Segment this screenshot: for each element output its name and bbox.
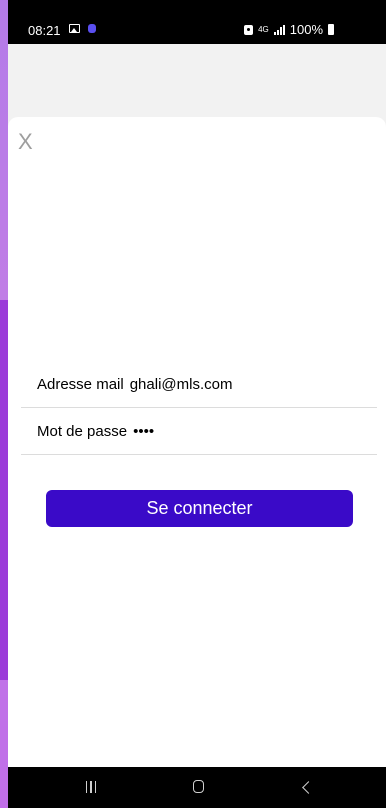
app-notification-icon xyxy=(88,24,96,33)
password-input[interactable] xyxy=(133,423,354,440)
battery-icon xyxy=(328,24,334,35)
email-input[interactable] xyxy=(129,376,350,393)
background-decoration xyxy=(0,300,8,680)
recent-apps-icon[interactable] xyxy=(85,781,97,793)
email-label: Adresse mail xyxy=(37,376,124,393)
close-button[interactable]: X xyxy=(18,131,33,153)
email-field-row: Adresse mail xyxy=(21,362,377,408)
lock-icon xyxy=(244,24,254,35)
status-bar: 08:21 4G 100% xyxy=(8,0,386,44)
password-field-row: Mot de passe xyxy=(21,409,377,455)
navigation-bar xyxy=(8,767,386,808)
login-sheet: X Adresse mail Mot de passe Se connecter xyxy=(8,117,386,767)
gallery-icon xyxy=(69,24,80,33)
battery-percent: 100% xyxy=(289,22,323,37)
home-icon[interactable] xyxy=(193,780,204,793)
status-indicators: 4G 100% xyxy=(244,22,334,37)
status-time: 08:21 xyxy=(28,23,61,38)
signal-icon xyxy=(273,24,285,35)
phone-screen: 08:21 4G 100% X Adresse mail Mot de pass… xyxy=(8,0,386,808)
password-label: Mot de passe xyxy=(37,423,128,440)
login-button[interactable]: Se connecter xyxy=(46,490,353,527)
back-icon[interactable] xyxy=(302,781,315,794)
network-type: 4G xyxy=(258,24,269,34)
